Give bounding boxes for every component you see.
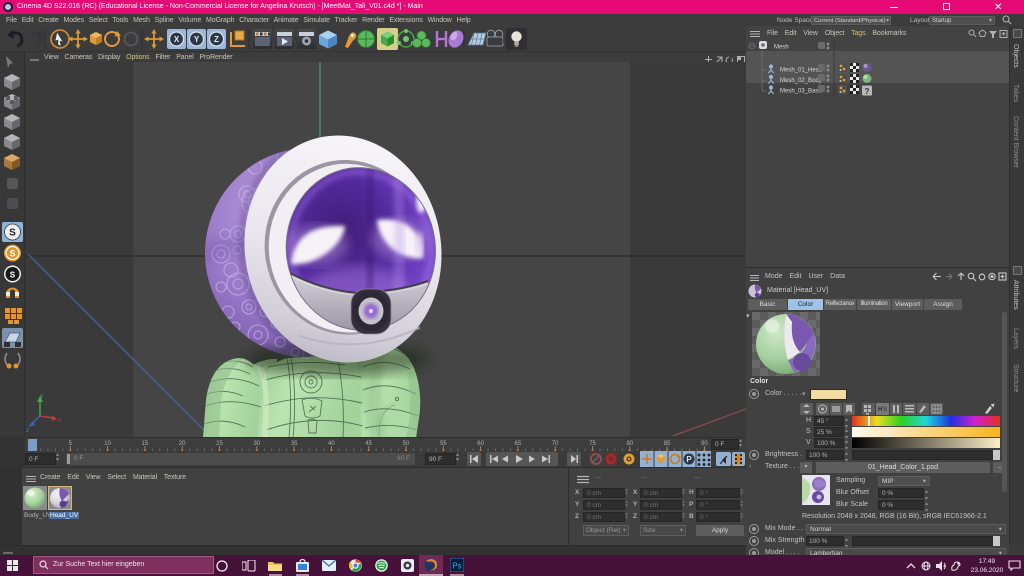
svg-text:Z: Z bbox=[214, 35, 219, 44]
svg-text:65: 65 bbox=[515, 441, 522, 447]
svg-text:20: 20 bbox=[179, 441, 186, 447]
svg-text:5: 5 bbox=[69, 441, 73, 447]
svg-text:45: 45 bbox=[365, 441, 372, 447]
svg-text:75: 75 bbox=[589, 441, 596, 447]
svg-text:?: ? bbox=[865, 87, 870, 96]
svg-text:40: 40 bbox=[328, 441, 335, 447]
svg-text:70: 70 bbox=[552, 441, 559, 447]
svg-text:S: S bbox=[9, 249, 15, 259]
svg-text:Ps: Ps bbox=[452, 562, 461, 571]
svg-text:X: X bbox=[174, 35, 180, 44]
svg-text:60: 60 bbox=[477, 441, 484, 447]
svg-text:25: 25 bbox=[216, 441, 223, 447]
svg-text:35: 35 bbox=[291, 441, 298, 447]
svg-text:Mesh: Mesh bbox=[774, 45, 789, 51]
svg-text:90: 90 bbox=[701, 441, 708, 447]
svg-text:Mesh_02_Body: Mesh_02_Body bbox=[780, 78, 822, 84]
svg-text:15: 15 bbox=[142, 441, 149, 447]
svg-text:Mesh_03_Base: Mesh_03_Base bbox=[780, 89, 822, 95]
svg-text:y: y bbox=[40, 394, 43, 400]
svg-text:50: 50 bbox=[403, 441, 410, 447]
svg-text:10: 10 bbox=[104, 441, 111, 447]
svg-text:55: 55 bbox=[440, 441, 447, 447]
svg-text:H: H bbox=[878, 407, 882, 413]
svg-text:S: S bbox=[883, 407, 887, 413]
svg-text:85: 85 bbox=[664, 441, 671, 447]
svg-text:z: z bbox=[26, 428, 29, 434]
svg-text:S: S bbox=[10, 271, 16, 281]
svg-text:80: 80 bbox=[626, 441, 633, 447]
svg-text:P: P bbox=[686, 455, 692, 464]
svg-text:S: S bbox=[9, 228, 16, 239]
svg-text:x: x bbox=[58, 418, 61, 424]
svg-text:30: 30 bbox=[253, 441, 260, 447]
svg-text:Mesh_01_Head: Mesh_01_Head bbox=[780, 68, 822, 74]
svg-text:Y: Y bbox=[194, 35, 200, 44]
